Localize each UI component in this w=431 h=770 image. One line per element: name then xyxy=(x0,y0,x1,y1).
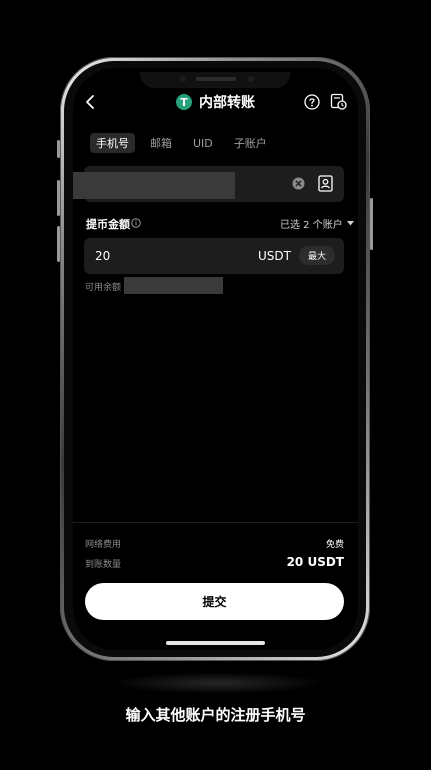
home-indicator[interactable] xyxy=(166,641,265,645)
network-fee-label: 网络费用 xyxy=(85,540,122,550)
tab-phone[interactable]: 手机号 xyxy=(90,133,135,153)
amount-unit: USDT xyxy=(258,249,291,263)
page-title: 内部转账 xyxy=(199,95,255,111)
amount-label: 提币金额 xyxy=(86,218,130,231)
tab-email[interactable]: 邮箱 xyxy=(144,133,178,153)
usdt-coin-icon: T xyxy=(176,94,192,110)
help-icon[interactable] xyxy=(304,94,320,110)
recipient-type-tabs: 手机号 邮箱 UID 子账户 xyxy=(90,133,282,153)
account-selector[interactable]: 已选 2 个账户 xyxy=(280,216,354,231)
speaker-grille xyxy=(196,77,236,81)
back-icon[interactable] xyxy=(84,94,98,110)
clear-icon[interactable] xyxy=(292,177,305,190)
network-fee-value: 免费 xyxy=(325,540,344,550)
caret-down-icon xyxy=(346,221,354,226)
available-balance-label: 可用余额 xyxy=(85,283,122,293)
contacts-icon[interactable] xyxy=(318,175,333,192)
tab-uid[interactable]: UID xyxy=(187,135,219,152)
account-selector-label: 已选 2 个账户 xyxy=(280,220,343,231)
received-amount-label: 到账数量 xyxy=(85,560,122,570)
info-icon[interactable] xyxy=(131,218,141,228)
submit-button[interactable]: 提交 xyxy=(85,583,344,620)
front-camera xyxy=(180,76,186,82)
phone-reflection xyxy=(110,672,325,694)
redacted-phone-number xyxy=(73,172,235,199)
page-header: T 内部转账 xyxy=(176,92,255,112)
promo-caption: 输入其他账户的注册手机号 xyxy=(125,706,306,724)
proximity-sensor xyxy=(248,76,254,82)
max-button[interactable]: 最大 xyxy=(299,246,335,265)
history-icon[interactable] xyxy=(330,93,347,110)
stage: T 内部转账 手机号 邮箱 UID 子账户 提币金额 已选 2 个账户 20 U… xyxy=(0,0,431,770)
summary-divider xyxy=(73,522,358,523)
redacted-available-balance xyxy=(124,277,223,294)
phone-power-button xyxy=(370,198,373,250)
tab-sub-account[interactable]: 子账户 xyxy=(228,133,273,153)
received-amount-value: 20 USDT xyxy=(286,555,344,569)
amount-value: 20 xyxy=(95,249,111,263)
